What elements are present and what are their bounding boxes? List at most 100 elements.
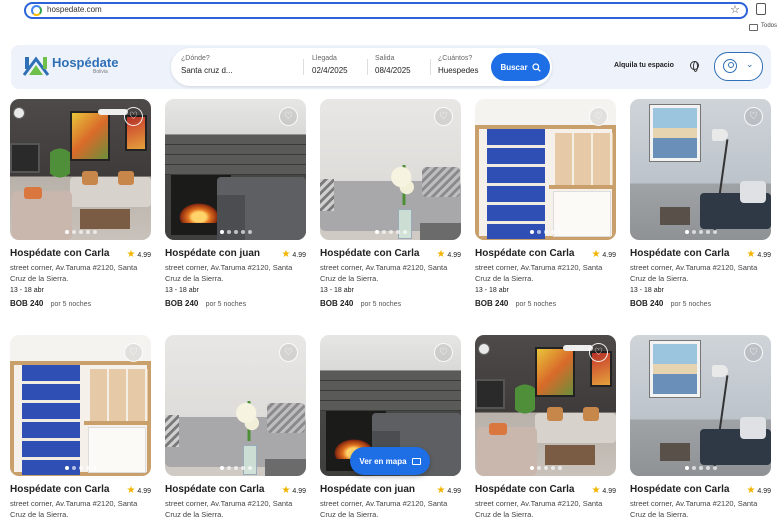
heart-icon[interactable]: ♡ <box>279 343 298 362</box>
heart-icon[interactable]: ♡ <box>279 107 298 126</box>
carousel-dot[interactable] <box>388 230 393 234</box>
listing-card[interactable]: ♡ Hospédate con juan ★ 4.99 street corne… <box>165 99 306 308</box>
listing-photo[interactable]: ♡ <box>475 335 616 476</box>
carousel-dot[interactable] <box>71 466 76 470</box>
globe-icon[interactable] <box>690 61 699 72</box>
carousel-dot[interactable] <box>712 230 717 234</box>
search-button[interactable]: Buscar <box>491 53 550 81</box>
carousel-dot[interactable] <box>219 230 224 234</box>
carousel-dot[interactable] <box>85 230 90 234</box>
carousel-dot[interactable] <box>219 466 224 470</box>
carousel-dot[interactable] <box>402 230 407 234</box>
carousel-dot[interactable] <box>240 466 245 470</box>
carousel-dot[interactable] <box>550 466 555 470</box>
carousel-dot[interactable] <box>698 466 703 470</box>
bookmark-star-icon[interactable]: ☆ <box>730 3 740 16</box>
heart-icon[interactable]: ♡ <box>434 107 453 126</box>
listing-photo[interactable]: ♡ <box>320 99 461 240</box>
view-map-button[interactable]: Ver en mapa <box>350 447 430 475</box>
host-link[interactable]: Alquila tu espacio <box>614 62 674 69</box>
carousel-dots[interactable] <box>684 230 717 234</box>
listing-title[interactable]: Hospédate con Carla <box>630 248 729 259</box>
listing-photo[interactable]: ♡ <box>10 335 151 476</box>
carousel-dot[interactable] <box>543 466 548 470</box>
listing-card[interactable]: ♡ Hospédate con Carla ★ 4.99 street corn… <box>630 99 771 308</box>
listing-card[interactable]: ♡ Hospédate con Carla ★ 4.99 street corn… <box>165 335 306 519</box>
carousel-dot[interactable] <box>78 466 83 470</box>
listing-card[interactable]: ♡ Hospédate con Carla ★ 4.99 street corn… <box>10 99 151 308</box>
carousel-dot[interactable] <box>684 230 689 234</box>
carousel-dot[interactable] <box>85 466 90 470</box>
carousel-dot[interactable] <box>550 230 555 234</box>
carousel-dot[interactable] <box>705 466 710 470</box>
carousel-dot[interactable] <box>64 230 69 234</box>
listing-title[interactable]: Hospédate con Carla <box>630 484 729 495</box>
carousel-dot[interactable] <box>691 466 696 470</box>
carousel-dot[interactable] <box>698 230 703 234</box>
listing-title[interactable]: Hospédate con Carla <box>10 484 109 495</box>
carousel-dot[interactable] <box>247 466 252 470</box>
brand-name[interactable]: Hospédate <box>52 55 118 70</box>
carousel-dot[interactable] <box>536 230 541 234</box>
carousel-dots[interactable] <box>374 230 407 234</box>
heart-icon[interactable]: ♡ <box>434 343 453 362</box>
listing-title[interactable]: Hospédate con juan <box>165 248 260 259</box>
heart-icon[interactable]: ♡ <box>744 343 763 362</box>
carousel-dot[interactable] <box>543 230 548 234</box>
carousel-dot[interactable] <box>64 466 69 470</box>
carousel-dot[interactable] <box>374 230 379 234</box>
bookmarks-all-label[interactable]: Todos <box>761 23 777 29</box>
search-checkin-field[interactable]: Llegada 02/4/2025 <box>312 55 348 75</box>
carousel-dot[interactable] <box>691 230 696 234</box>
carousel-dot[interactable] <box>557 466 562 470</box>
carousel-dot[interactable] <box>684 466 689 470</box>
listing-title[interactable]: Hospédate con Carla <box>475 484 574 495</box>
listing-photo[interactable]: ♡ <box>475 99 616 240</box>
listing-photo[interactable]: ♡ <box>10 99 151 240</box>
listing-card[interactable]: ♡ Hospédate con Carla ★ 4.99 street corn… <box>475 99 616 308</box>
carousel-dot[interactable] <box>240 230 245 234</box>
search-guests-field[interactable]: ¿Cuántos? Huespedes <box>438 55 478 75</box>
carousel-dots[interactable] <box>529 230 562 234</box>
carousel-dot[interactable] <box>233 230 238 234</box>
listing-title[interactable]: Hospédate con juan <box>320 484 415 495</box>
listing-title[interactable]: Hospédate con Carla <box>10 248 109 259</box>
carousel-dot[interactable] <box>92 466 97 470</box>
carousel-dot[interactable] <box>233 466 238 470</box>
listing-photo[interactable]: ♡ <box>630 335 771 476</box>
carousel-dot[interactable] <box>247 230 252 234</box>
carousel-dots[interactable] <box>219 466 252 470</box>
carousel-dot[interactable] <box>381 230 386 234</box>
carousel-dot[interactable] <box>536 466 541 470</box>
listing-photo[interactable]: ♡ <box>630 99 771 240</box>
carousel-dots[interactable] <box>529 466 562 470</box>
listing-card[interactable]: ♡ Hospédate con Carla ★ 4.99 street corn… <box>630 335 771 519</box>
listing-card[interactable]: ♡ Hospédate con Carla ★ 4.99 street corn… <box>10 335 151 519</box>
carousel-dot[interactable] <box>712 466 717 470</box>
carousel-dots[interactable] <box>64 466 97 470</box>
carousel-dots[interactable] <box>684 466 717 470</box>
carousel-dots[interactable] <box>64 230 97 234</box>
heart-icon[interactable]: ♡ <box>124 343 143 362</box>
carousel-dot[interactable] <box>705 230 710 234</box>
extensions-icon[interactable] <box>756 3 766 15</box>
carousel-dots[interactable] <box>219 230 252 234</box>
carousel-dot[interactable] <box>529 230 534 234</box>
carousel-dot[interactable] <box>226 466 231 470</box>
search-where-field[interactable]: ¿Dónde? Santa cruz d... <box>181 55 233 75</box>
listing-title[interactable]: Hospédate con Carla <box>320 248 419 259</box>
carousel-dot[interactable] <box>395 230 400 234</box>
carousel-dot[interactable] <box>71 230 76 234</box>
carousel-dot[interactable] <box>529 466 534 470</box>
heart-icon[interactable]: ♡ <box>744 107 763 126</box>
logo-icon[interactable] <box>22 53 50 77</box>
listing-title[interactable]: Hospédate con Carla <box>475 248 574 259</box>
listing-photo[interactable]: ♡ <box>165 99 306 240</box>
listing-title[interactable]: Hospédate con Carla <box>165 484 264 495</box>
heart-icon[interactable]: ♡ <box>589 343 608 362</box>
heart-icon[interactable]: ♡ <box>589 107 608 126</box>
carousel-dot[interactable] <box>226 230 231 234</box>
carousel-dot[interactable] <box>557 230 562 234</box>
carousel-dot[interactable] <box>92 230 97 234</box>
address-bar[interactable]: hospedate.com ☆ <box>24 2 748 19</box>
